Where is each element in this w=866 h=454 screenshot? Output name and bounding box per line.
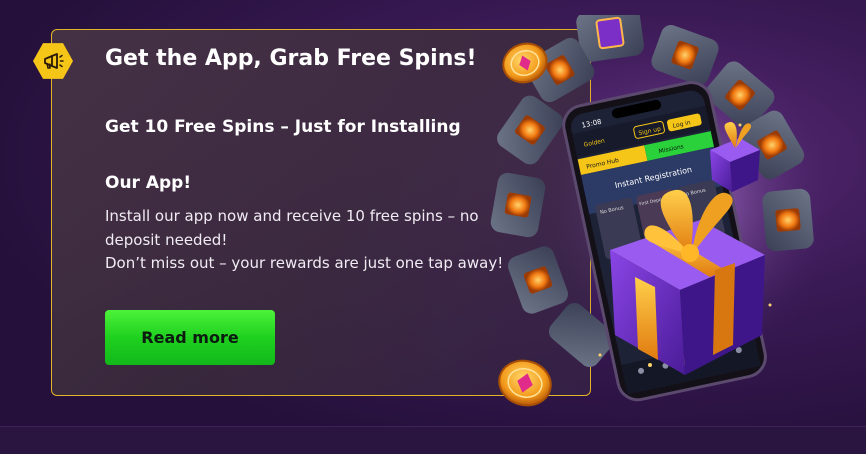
app-promo-illustration: 13:08 Golden Sign up Log in Promo Hub Mi… — [490, 15, 840, 407]
promo-subtitle: Get 10 Free Spins – Just for Installing — [105, 117, 461, 137]
promo-description: Install our app now and receive 10 free … — [105, 205, 505, 276]
page-bottom-band — [0, 426, 866, 454]
promo-description-line-1: Install our app now and receive 10 free … — [105, 207, 479, 249]
coin-bottom — [498, 359, 552, 407]
promo-section-heading: Our App! — [105, 173, 192, 193]
megaphone-icon — [44, 53, 64, 69]
read-more-button[interactable]: Read more — [105, 310, 275, 365]
promo-description-line-2: Don’t miss out – your rewards are just o… — [105, 254, 504, 272]
promo-title: Get the App, Grab Free Spins! — [105, 46, 477, 71]
